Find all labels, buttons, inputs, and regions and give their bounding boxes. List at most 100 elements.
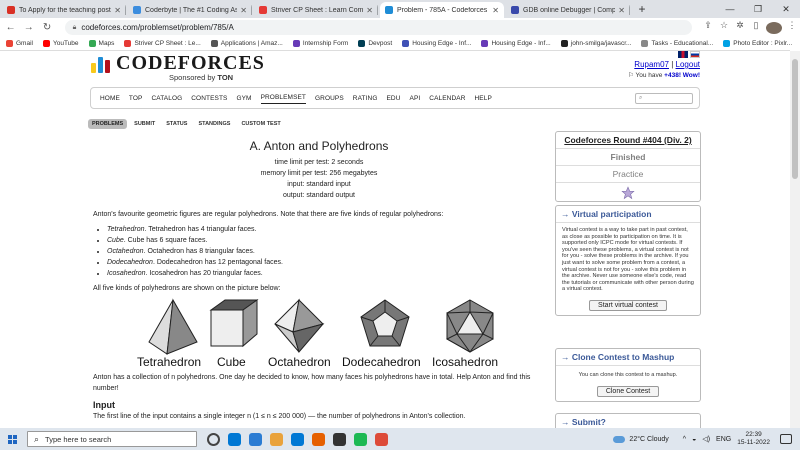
bookmark-item[interactable]: Photo Editor : Pixlr... [723,40,792,47]
forward-icon[interactable]: → [21,22,36,33]
browser-tab[interactable]: Striver CP Sheet : Learn Competi✕ [254,2,378,18]
subtab-submit[interactable]: SUBMIT [130,119,159,129]
tab-favicon [259,6,267,14]
notifications-icon[interactable] [780,434,792,444]
taskbar-app-icon[interactable] [270,432,283,446]
browser-tab[interactable]: Coderbyte | The #1 Coding Asse ✕ [128,2,252,18]
bookmark-item[interactable]: Gmail [6,40,33,47]
subtab-problems[interactable]: PROBLEMS [88,119,128,129]
clock[interactable]: 22:39 15-11-2022 [737,431,770,447]
logout-link[interactable]: Logout [676,60,700,69]
bookmark-item[interactable]: Tasks - Educational... [641,40,713,47]
bookmark-item[interactable]: Housing Edge - Inf... [481,40,551,47]
taskbar-app-icon[interactable] [228,432,241,446]
extensions-icon[interactable]: ✲ [732,20,748,36]
language-indicator[interactable]: ENG [716,436,731,443]
cube-image [209,299,259,348]
bookmark-item[interactable]: YouTube [42,40,79,47]
menu-item-problemset[interactable]: PROBLEMSET [260,92,307,104]
polyhedron-name: Cube [107,237,124,244]
bookmark-item[interactable]: john-smilga/javascr... [560,40,631,47]
menu-item-top[interactable]: TOP [129,93,143,104]
taskbar-app-icon[interactable] [354,432,367,446]
url-bar[interactable]: 🔒︎ codeforces.com/problemset/problem/785… [64,20,693,35]
start-virtual-contest-button[interactable]: Start virtual contest [589,299,667,311]
menu-item-home[interactable]: HOME [100,93,120,104]
browser-tab[interactable]: GDB online Debugger | Compiler ✕ [506,2,630,18]
tab-close-icon[interactable]: ✕ [618,6,625,15]
back-icon[interactable]: ← [3,22,18,33]
bookmark-label: Maps [98,40,115,47]
bookmark-item[interactable]: Internship Form [292,40,348,47]
subtab-status[interactable]: STATUS [162,119,191,129]
input-spec: input: standard input [287,181,351,188]
search-input[interactable]: ⌕ [635,93,693,104]
username-link[interactable]: Rupam07 [634,60,669,69]
taskbar-search[interactable]: ⌕ Type here to search [27,431,197,447]
menu-item-contests[interactable]: CONTESTS [191,93,227,104]
tab-close-icon[interactable]: ✕ [240,6,247,15]
windows-start-icon[interactable] [0,428,24,450]
menu-item-calendar[interactable]: CALENDAR [429,93,465,104]
flag-uk-icon[interactable] [678,51,688,58]
menu-item-rating[interactable]: RATING [353,93,378,104]
bookmark-item[interactable]: Striver CP Sheet : Le... [124,40,201,47]
menu-dots-icon[interactable]: ⋮ [784,20,800,36]
tab-separator [125,5,126,15]
menu-item-api[interactable]: API [410,93,421,104]
reload-icon[interactable]: ↻ [39,22,54,33]
bookmark-item[interactable]: Housing Edge - Inf... [402,40,471,47]
tab-close-icon[interactable]: ✕ [114,6,121,15]
problem-statement: A. Anton and Polyhedrons time limit per … [93,139,545,420]
close-window-icon[interactable]: ✕ [772,0,800,18]
bookmark-star-icon[interactable]: ☆ [716,20,732,36]
taskbar-app-icon[interactable] [312,432,325,446]
lock-icon[interactable]: 🔒︎ [73,24,77,32]
menu-item-gym[interactable]: GYM [236,93,251,104]
chevron-up-icon[interactable]: ^ [683,436,686,443]
bookmark-item[interactable]: Maps [88,40,115,47]
tab-favicon [7,6,15,14]
browser-tab[interactable]: Problem - 785A - Codeforces ✕ [380,2,504,18]
menu-item-help[interactable]: HELP [475,93,492,104]
browser-tab[interactable]: To Apply for the teaching post - ✕ [2,2,126,18]
weather-widget[interactable]: 22°C Cloudy [613,435,669,443]
polyhedron-list-item: Icosahedron. Icosahedron has 20 triangul… [107,268,545,279]
intro-paragraph: Anton's favourite geometric figures are … [93,211,444,218]
wow-link[interactable]: +438! Wow! [664,72,700,79]
restore-icon[interactable]: ❐ [744,0,772,18]
scrollbar-thumb[interactable] [792,59,798,179]
taskbar-app-icon[interactable] [207,432,220,446]
submit-box: → Submit? [555,413,701,428]
subtab-standings[interactable]: STANDINGS [194,119,234,129]
minimize-icon[interactable]: — [716,0,744,18]
subtab-custom-test[interactable]: CUSTOM TEST [237,119,284,129]
taskbar-app-icon[interactable] [249,432,262,446]
bookmark-item[interactable]: Devpost [358,40,392,47]
star-icon[interactable] [556,183,700,201]
taskbar-app-icon[interactable] [333,432,346,446]
bookmark-item[interactable]: Applications | Amaz... [210,40,283,47]
network-icon[interactable]: ◒ [692,436,696,443]
codeforces-logo[interactable]: CODEFORCES Sponsored by TON [91,53,265,82]
menu-item-groups[interactable]: GROUPS [315,93,344,104]
share-icon[interactable]: ⇪ [700,20,716,36]
tab-close-icon[interactable]: ✕ [366,6,373,15]
menu-item-edu[interactable]: EDU [386,93,400,104]
clone-contest-button[interactable]: Clone Contest [597,385,659,397]
volume-icon[interactable]: ◁) [702,435,710,443]
toolbar-icons: ⇪ ☆ ✲ ▯ ⋮ [700,20,800,36]
flag-ru-icon[interactable] [690,51,700,58]
page-scrollbar[interactable] [790,51,800,428]
bookmark-icon [560,40,568,47]
practice-link[interactable]: Practice [556,166,700,183]
taskbar-app-icon[interactable] [375,432,388,446]
round-title-link[interactable]: Codeforces Round #404 (Div. 2) [556,132,700,149]
taskbar-app-icon[interactable] [291,432,304,446]
sidebar-icon[interactable]: ▯ [748,20,764,36]
tab-close-icon[interactable]: ✕ [492,6,499,15]
profile-avatar[interactable] [766,21,783,34]
new-tab-button[interactable]: + [634,2,650,18]
tab-favicon [511,6,519,14]
menu-item-catalog[interactable]: CATALOG [151,93,182,104]
